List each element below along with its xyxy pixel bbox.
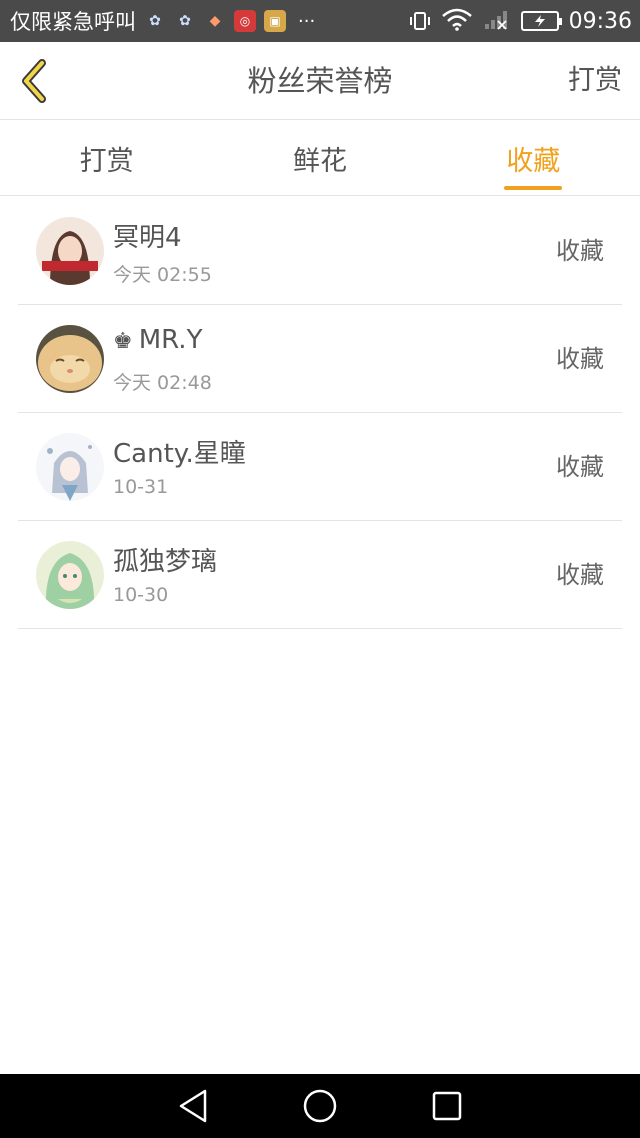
list-item[interactable]: Canty.星瞳 10-31 收藏 <box>18 413 622 521</box>
tab-label: 打赏 <box>79 145 134 177</box>
crown-icon: ♚ <box>113 329 133 354</box>
overflow-dots: ··· <box>298 10 316 32</box>
nav-recents-button[interactable] <box>423 1082 471 1130</box>
system-nav-bar <box>0 1074 640 1138</box>
flower-icon: ✿ <box>179 13 191 29</box>
fan-time: 今天 02:48 <box>113 372 212 394</box>
tab-favorites[interactable]: 收藏 <box>427 121 640 195</box>
page-title: 粉丝荣誉榜 <box>247 64 393 98</box>
app-red-icon: ◎ <box>234 10 256 32</box>
tab-reward[interactable]: 打赏 <box>0 121 213 195</box>
avatar <box>36 541 104 609</box>
avatar <box>36 433 104 501</box>
fan-action-label: 收藏 <box>556 453 604 481</box>
status-bar: 仅限紧急呼叫 ✿ ✿ ◆ ◎ ▣ ··· 09:36 <box>0 0 640 42</box>
active-tab-indicator <box>504 186 563 190</box>
fan-name: 冥明4 <box>113 223 182 253</box>
app-gold-icon: ▣ <box>264 10 286 32</box>
fan-list: 冥明4 今天 02:55 收藏 ♚ MR.Y 今天 02:48 收藏 Canty.… <box>18 197 622 629</box>
battery-charging-icon <box>520 11 562 31</box>
triangle-back-icon <box>180 1089 207 1123</box>
carrier-text: 仅限紧急呼叫 <box>10 10 136 34</box>
nav-back-button[interactable] <box>169 1082 217 1130</box>
vibrate-icon <box>409 10 431 32</box>
title-bar: 粉丝荣誉榜 打赏 <box>0 42 640 120</box>
flower-icon: ✿ <box>149 13 161 29</box>
tab-label: 收藏 <box>506 145 561 177</box>
kite-icon: ◆ <box>209 13 221 29</box>
circle-home-icon <box>303 1089 337 1123</box>
avatar <box>36 217 104 285</box>
wifi-icon <box>441 7 473 35</box>
tab-label: 鲜花 <box>292 145 347 177</box>
fan-name: ♚ MR.Y <box>113 325 203 355</box>
fan-time: 10-30 <box>113 584 169 606</box>
list-item[interactable]: 冥明4 今天 02:55 收藏 <box>18 197 622 305</box>
tab-bar: 打赏 鲜花 收藏 <box>0 121 640 196</box>
fan-action-label: 收藏 <box>556 561 604 589</box>
notification-icons: ✿ ✿ ◆ ◎ ▣ ··· <box>144 10 315 32</box>
tab-flowers[interactable]: 鲜花 <box>213 121 426 195</box>
list-item[interactable]: 孤独梦璃 10-30 收藏 <box>18 521 622 629</box>
fan-time: 今天 02:55 <box>113 264 212 286</box>
fan-name: 孤独梦璃 <box>113 547 218 577</box>
fan-action-label: 收藏 <box>556 345 604 373</box>
system-icons: 09:36 <box>409 0 632 42</box>
reward-button[interactable]: 打赏 <box>568 42 622 120</box>
fan-time: 10-31 <box>113 476 169 498</box>
nav-home-button[interactable] <box>296 1082 344 1130</box>
fan-name: Canty.星瞳 <box>113 439 246 469</box>
square-recents-icon <box>432 1091 461 1121</box>
fan-action-label: 收藏 <box>556 237 604 265</box>
list-item[interactable]: ♚ MR.Y 今天 02:48 收藏 <box>18 305 622 413</box>
avatar <box>36 325 104 393</box>
signal-icon <box>483 7 511 35</box>
clock: 09:36 <box>568 8 632 34</box>
